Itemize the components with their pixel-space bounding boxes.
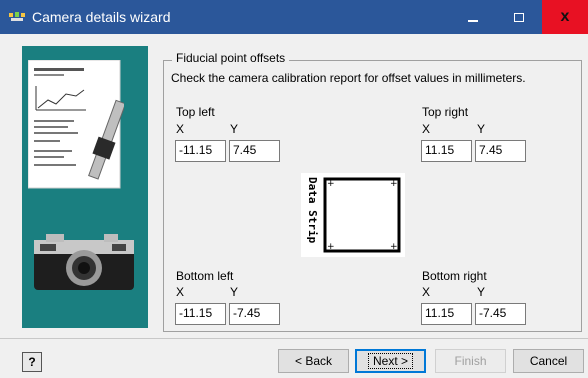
help-button[interactable]: ? <box>22 352 42 372</box>
back-button-label: < Back <box>294 354 333 368</box>
bottom-left-x-field[interactable]: -11.15 <box>175 303 226 325</box>
bottom-right-y-label: Y <box>477 285 486 299</box>
top-right-x-label: X <box>422 122 431 136</box>
back-button[interactable]: < Back <box>278 349 349 373</box>
minimize-icon <box>468 20 478 22</box>
help-icon: ? <box>28 355 36 369</box>
svg-text:+: + <box>390 242 398 252</box>
camera-illustration <box>34 234 134 290</box>
top-right-y-label: Y <box>477 122 486 136</box>
top-left-x-label: X <box>176 122 185 136</box>
next-button[interactable]: Next > <box>355 349 426 373</box>
fiducial-frame-diagram: Data Strip + + + + <box>301 173 405 257</box>
bottom-left-y-label: Y <box>230 285 239 299</box>
top-left-x-field[interactable]: -11.15 <box>175 140 226 162</box>
title-bar: Camera details wizard x <box>0 0 588 34</box>
finish-button-label: Finish <box>454 354 487 368</box>
close-icon: x <box>560 8 570 25</box>
top-left-label: Top left <box>176 105 215 119</box>
bottom-right-x-field[interactable]: 11.15 <box>421 303 472 325</box>
bottom-left-y-field[interactable]: -7.45 <box>229 303 280 325</box>
minimize-button[interactable] <box>450 0 496 34</box>
bottom-right-label: Bottom right <box>422 269 487 283</box>
footer-divider <box>0 338 588 339</box>
bottom-right-x-label: X <box>422 285 431 299</box>
bottom-right-y-field[interactable]: -7.45 <box>475 303 526 325</box>
bottom-left-label: Bottom left <box>176 269 234 283</box>
group-title: Fiducial point offsets <box>172 51 290 65</box>
calibration-report-illustration <box>28 60 124 189</box>
window-title: Camera details wizard <box>32 9 171 25</box>
next-button-label: Next > <box>367 353 413 369</box>
top-right-label: Top right <box>422 105 469 119</box>
cancel-button-label: Cancel <box>529 354 568 368</box>
wizard-icon <box>9 12 25 21</box>
top-right-y-field[interactable]: 7.45 <box>475 140 526 162</box>
svg-text:+: + <box>327 179 335 189</box>
bottom-left-x-label: X <box>176 285 185 299</box>
top-right-x-field[interactable]: 11.15 <box>421 140 472 162</box>
svg-text:+: + <box>390 179 398 189</box>
svg-text:+: + <box>327 242 335 252</box>
maximize-icon <box>514 12 524 22</box>
cancel-button[interactable]: Cancel <box>513 349 584 373</box>
top-left-y-field[interactable]: 7.45 <box>229 140 280 162</box>
data-strip-text: Data Strip <box>306 177 319 244</box>
wizard-side-panel <box>22 46 148 328</box>
close-button[interactable]: x <box>542 0 588 34</box>
top-left-y-label: Y <box>230 122 239 136</box>
maximize-button[interactable] <box>496 0 542 34</box>
finish-button[interactable]: Finish <box>435 349 506 373</box>
instructions-text: Check the camera calibration report for … <box>171 71 526 85</box>
